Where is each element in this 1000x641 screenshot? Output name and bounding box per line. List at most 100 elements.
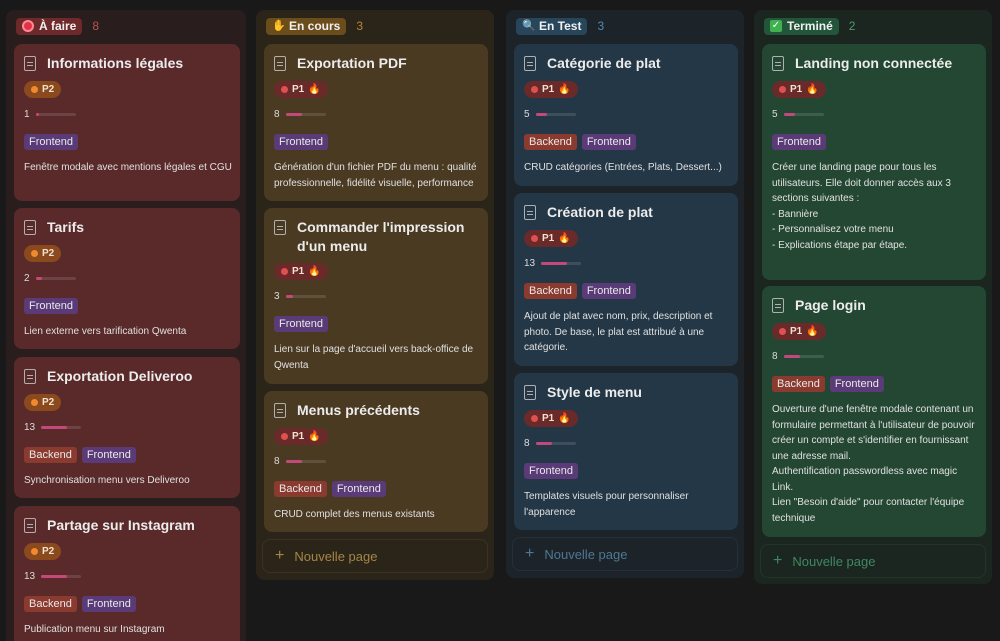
tag-frontend: Frontend <box>331 481 386 497</box>
status-pill[interactable]: ✋ En cours <box>266 17 347 35</box>
card-title-text: Exportation PDF <box>297 55 407 71</box>
new-page-button[interactable]: + Nouvelle page <box>760 544 986 578</box>
estimate-meter: 8 <box>524 438 576 449</box>
estimate-value: 13 <box>524 258 536 269</box>
card-title-text: Menus précédents <box>297 402 420 418</box>
column-header[interactable]: À faire 8 <box>16 17 99 35</box>
priority-dot-icon <box>31 250 38 257</box>
tag-frontend: Frontend <box>524 463 579 479</box>
status-label: En cours <box>289 19 341 33</box>
card[interactable]: Exportation Deliveroo P2 13 Backend Front… <box>14 357 240 498</box>
tags: Frontend <box>772 134 827 150</box>
estimate-value: 5 <box>524 109 530 120</box>
column-header[interactable]: ✋ En cours 3 <box>266 17 363 35</box>
tags: Frontend <box>24 298 79 314</box>
card-title-text: Commander l'impression d'un menu <box>297 219 465 254</box>
plus-icon: + <box>525 545 535 562</box>
page-icon <box>772 56 784 71</box>
card-title: Tarifs <box>24 218 230 237</box>
estimate-meter: 13 <box>524 258 582 269</box>
priority-dot-icon <box>281 268 288 275</box>
progress-track <box>783 355 824 358</box>
priority-badge: P1 🔥 <box>772 81 826 98</box>
tag-frontend: Frontend <box>24 298 79 314</box>
estimate-value: 8 <box>772 351 778 362</box>
card[interactable]: Tarifs P2 2 Frontend Lien externe vers t… <box>14 208 240 349</box>
card-description: Lien externe vers tarification Qwenta <box>24 326 187 337</box>
progress-track <box>783 113 824 116</box>
tag-backend: Backend <box>274 481 327 497</box>
priority-dot-icon <box>779 328 786 335</box>
card[interactable]: Landing non connectée P1 🔥 5 Frontend Cré… <box>762 44 986 280</box>
card-title: Création de plat <box>524 203 728 222</box>
flame-icon: 🔥 <box>558 413 571 424</box>
tags: Frontend <box>274 134 329 150</box>
tags: Backend Frontend <box>24 447 136 463</box>
tags: Backend Frontend <box>524 283 636 299</box>
card[interactable]: Création de plat P1 🔥 13 Backend Frontend … <box>514 193 738 366</box>
card[interactable]: Catégorie de plat P1 🔥 5 Backend Frontend … <box>514 44 738 186</box>
card-title-text: Tarifs <box>47 219 85 235</box>
tag-backend: Backend <box>24 596 77 612</box>
progress-fill <box>535 442 552 445</box>
priority-badge: P1 🔥 <box>274 263 328 280</box>
tag-backend: Backend <box>772 376 825 392</box>
column-header[interactable]: 🔍 En Test 3 <box>516 17 604 35</box>
page-icon <box>24 369 36 384</box>
card[interactable]: Informations légales P2 1 Frontend Fenêt… <box>14 44 240 201</box>
priority-badge: P2 <box>24 394 62 411</box>
tag-frontend: Frontend <box>772 134 827 150</box>
raised-hands-icon: ✋ <box>272 20 286 32</box>
progress-track <box>535 442 576 445</box>
card-title-text: Création de plat <box>547 204 653 220</box>
flame-icon: 🔥 <box>308 431 321 442</box>
estimate-value: 8 <box>274 109 280 120</box>
progress-fill <box>541 262 568 265</box>
page-icon <box>772 298 784 313</box>
progress-fill <box>783 355 800 358</box>
new-page-button[interactable]: + Nouvelle page <box>512 537 738 571</box>
estimate-value: 1 <box>24 109 30 120</box>
card[interactable]: Commander l'impression d'un menu P1 🔥 3 F… <box>264 208 488 384</box>
priority-badge: P2 <box>24 245 62 262</box>
plus-icon: + <box>773 552 783 569</box>
page-icon <box>24 518 36 533</box>
progress-fill <box>285 113 302 116</box>
card[interactable]: Exportation PDF P1 🔥 8 Frontend Génératio… <box>264 44 488 201</box>
priority-dot-icon <box>531 415 538 422</box>
tags: Backend Frontend <box>24 596 136 612</box>
card[interactable]: Style de menu P1 🔥 8 Frontend Templates v… <box>514 373 738 530</box>
card-title-text: Informations légales <box>47 55 184 71</box>
priority-label: P2 <box>42 546 55 557</box>
flame-icon: 🔥 <box>806 84 819 95</box>
priority-label: P1 <box>292 84 305 95</box>
new-page-button[interactable]: + Nouvelle page <box>262 539 488 573</box>
tags: Frontend <box>274 316 329 332</box>
card-title: Landing non connectée <box>772 54 976 73</box>
card-title: Catégorie de plat <box>524 54 728 73</box>
tag-frontend: Frontend <box>274 316 329 332</box>
progress-fill <box>41 575 68 578</box>
magnifier-icon: 🔍 <box>522 20 536 32</box>
status-pill[interactable]: À faire <box>16 17 83 35</box>
estimate-value: 8 <box>274 456 280 467</box>
card[interactable]: Partage sur Instagram P2 13 Backend Front… <box>14 506 240 641</box>
priority-badge: P1 🔥 <box>524 230 578 247</box>
card-title-text: Landing non connectée <box>795 55 953 71</box>
card-title: Page login <box>772 296 976 315</box>
progress-fill <box>285 295 293 298</box>
flame-icon: 🔥 <box>308 266 321 277</box>
tag-frontend: Frontend <box>81 447 136 463</box>
status-label: Terminé <box>787 19 833 33</box>
card-description: Ouverture d'une fenêtre modale contenant… <box>772 404 975 524</box>
tag-frontend: Frontend <box>581 134 636 150</box>
card[interactable]: Menus précédents P1 🔥 8 Backend Frontend C… <box>264 391 488 532</box>
tags: Frontend <box>24 134 79 150</box>
status-pill[interactable]: 🔍 En Test <box>516 17 588 35</box>
estimate-value: 5 <box>772 109 778 120</box>
card-title-text: Partage sur Instagram <box>47 517 195 533</box>
column-header[interactable]: ✓ Terminé 2 <box>764 17 855 35</box>
priority-label: P1 <box>542 233 555 244</box>
card[interactable]: Page login P1 🔥 8 Backend Frontend Ouvertu… <box>762 286 986 537</box>
status-pill[interactable]: ✓ Terminé <box>764 17 839 35</box>
